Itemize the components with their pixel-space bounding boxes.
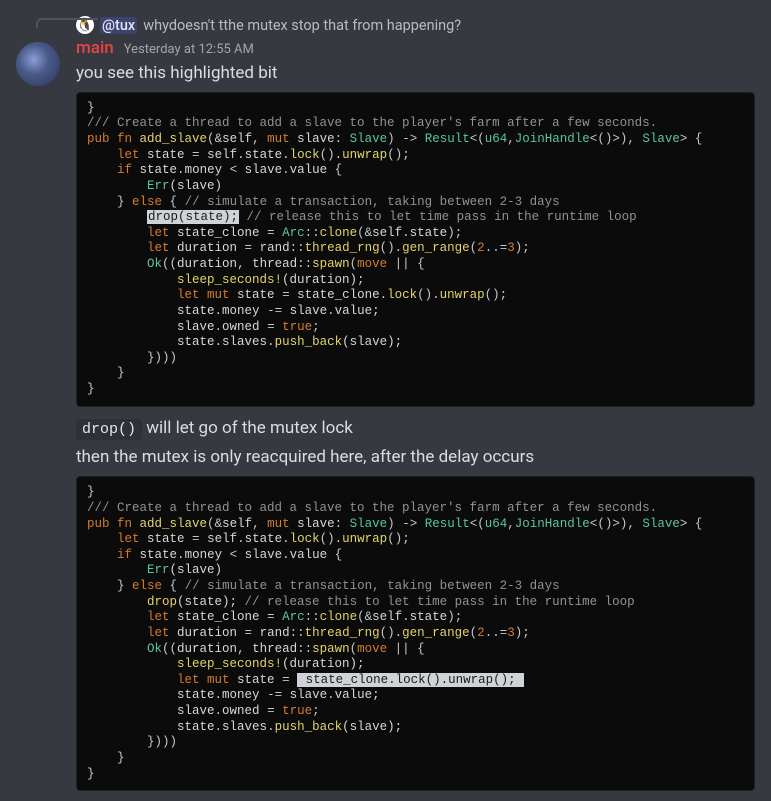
highlight-drop: drop(state); xyxy=(147,210,239,224)
highlight-lock: state_clone.lock().unwrap(); xyxy=(297,673,524,687)
message-text-2: drop() will let go of the mutex lock xyxy=(76,417,755,441)
message-text-3: then the mutex is only reacquired here, … xyxy=(76,446,755,470)
reply-text: whydoesn't tthe mutex stop that from hap… xyxy=(143,17,461,34)
message-text-1: you see this highlighted bit xyxy=(76,62,755,86)
reply-preview[interactable]: 🐧 @tux whydoesn't tthe mutex stop that f… xyxy=(76,16,755,34)
code-block-2[interactable]: } /// Create a thread to add a slave to … xyxy=(76,476,755,791)
code-block-1[interactable]: } /// Create a thread to add a slave to … xyxy=(76,92,755,407)
message-container: 🐧 @tux whydoesn't tthe mutex stop that f… xyxy=(0,0,771,801)
comment: /// Create a thread to add a slave to th… xyxy=(87,116,657,130)
avatar[interactable] xyxy=(16,42,60,86)
avatar-column xyxy=(16,16,60,801)
message-content: 🐧 @tux whydoesn't tthe mutex stop that f… xyxy=(76,16,755,801)
inline-code-drop: drop() xyxy=(76,419,142,440)
message-header: main Yesterday at 12:55 AM xyxy=(76,38,755,58)
reply-spine xyxy=(36,18,98,28)
reply-mention[interactable]: @tux xyxy=(100,17,137,34)
author-name[interactable]: main xyxy=(76,38,114,58)
timestamp: Yesterday at 12:55 AM xyxy=(124,42,254,57)
